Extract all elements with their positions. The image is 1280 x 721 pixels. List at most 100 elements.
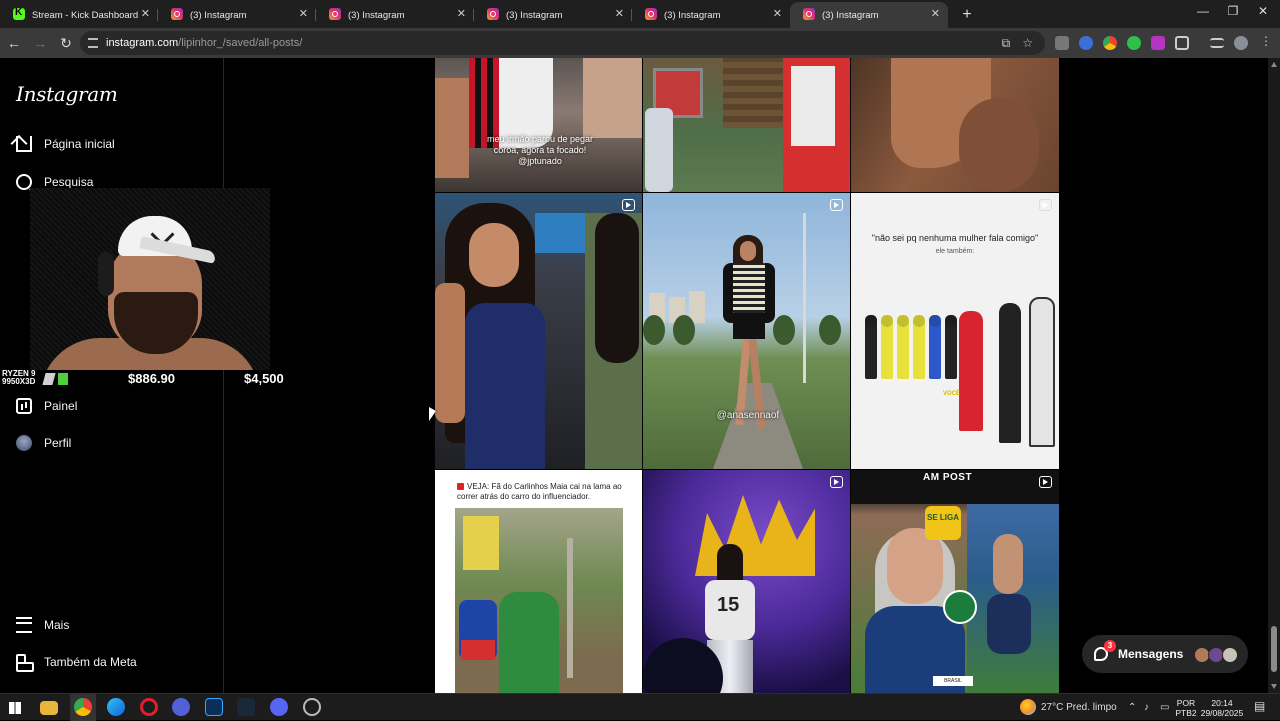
sidebar-item-home[interactable]: Página inicial <box>16 136 115 152</box>
extension-blue-icon[interactable] <box>1079 36 1093 50</box>
tab-kick-dashboard[interactable]: Stream - Kick Dashboard ✕ <box>0 2 158 28</box>
tab-instagram-4[interactable]: (3) Instagram ✕ <box>632 2 790 28</box>
speaker-icon[interactable]: ♪ <box>1144 702 1149 713</box>
post-tile[interactable]: meu irmão parou de pegar coroa, agora ta… <box>435 58 642 192</box>
reel-icon <box>622 199 635 211</box>
instagram-page: Instagram Página inicial Pesquisa Painel… <box>0 58 1280 693</box>
reel-icon <box>1039 476 1052 488</box>
install-app-icon[interactable]: ⧉ <box>1002 36 1011 51</box>
post-watermark: @anasennaof <box>716 410 780 421</box>
price-2: $4,500 <box>244 371 284 386</box>
unread-badge: 3 <box>1104 640 1116 652</box>
new-tab-button[interactable]: + <box>954 2 980 28</box>
sidebar-item-dashboard[interactable]: Painel <box>16 398 77 414</box>
instagram-icon <box>329 8 341 20</box>
browser-tab-strip: Stream - Kick Dashboard ✕ (3) Instagram … <box>0 0 1280 28</box>
opera-icon[interactable] <box>140 698 158 716</box>
post-headline: VEJA: Fã do Carlinhos Maia cai na lama a… <box>457 482 622 501</box>
messages-label: Mensagens <box>1118 647 1184 661</box>
close-tab-icon[interactable]: ✕ <box>141 8 150 20</box>
extension-purple-icon[interactable] <box>1151 36 1165 50</box>
profile-avatar-icon[interactable] <box>1234 36 1248 50</box>
post-tile[interactable]: @anasennaof <box>643 193 850 469</box>
tab-instagram-3[interactable]: (3) Instagram ✕ <box>474 2 632 28</box>
messages-button[interactable]: 3 Mensagens <box>1082 635 1248 673</box>
reel-icon <box>830 199 843 211</box>
extensions-puzzle-icon[interactable] <box>1175 36 1189 50</box>
chevron-up-icon[interactable]: ⌃ <box>1128 702 1136 713</box>
post-title: "não sei pq nenhuma mulher fala comigo" <box>871 233 1039 243</box>
sidebar-item-more[interactable]: Mais <box>16 617 69 633</box>
sidebar-item-label: Painel <box>44 399 78 413</box>
post-tile[interactable] <box>643 58 850 192</box>
vpn-icon[interactable] <box>172 698 190 716</box>
reading-list-icon[interactable] <box>1210 38 1224 48</box>
forward-button[interactable]: → <box>28 31 52 55</box>
scroll-up-icon[interactable] <box>1271 62 1277 67</box>
post-tile[interactable]: "não sei pq nenhuma mulher fala comigo" … <box>851 193 1059 469</box>
chrome-icon[interactable] <box>74 698 92 716</box>
discord-icon[interactable] <box>270 698 288 716</box>
crown-icon <box>695 495 815 576</box>
close-tab-icon[interactable]: ✕ <box>299 8 308 20</box>
sidebar-item-also-from-meta[interactable]: Também da Meta <box>16 654 137 672</box>
post-tag: BRASIL <box>933 676 973 686</box>
bookmark-star-icon[interactable]: ☆ <box>1022 36 1033 51</box>
avatar <box>1222 647 1238 663</box>
menu-icon <box>16 617 32 633</box>
sidebar-item-label: Página inicial <box>44 137 115 151</box>
network-icon[interactable]: ▭ <box>1160 702 1169 713</box>
post-tile[interactable]: VEJA: Fã do Carlinhos Maia cai na lama a… <box>435 470 642 693</box>
post-tile[interactable] <box>643 470 850 693</box>
cpu-label: RYZEN 9 9950X3D <box>2 369 36 386</box>
alert-icon <box>457 483 464 490</box>
post-badge: SE LIGA <box>925 506 961 540</box>
reload-button[interactable]: ↻ <box>54 31 78 55</box>
windows-taskbar: 27°C Pred. limpo ⌃ ♪ ▭ POR PTB2 20:14 29… <box>0 693 1280 721</box>
maximize-button[interactable]: ❐ <box>1218 4 1248 18</box>
post-tile[interactable] <box>435 193 642 469</box>
tab-instagram-2[interactable]: (3) Instagram ✕ <box>316 2 474 28</box>
site-info-icon[interactable] <box>88 38 98 48</box>
address-bar[interactable]: instagram.com/lipinhor_/saved/all-posts/… <box>80 31 1045 55</box>
post-label: VOCÊ <box>943 391 961 397</box>
extension-color-icon[interactable] <box>1103 36 1117 50</box>
post-tile[interactable] <box>851 58 1059 192</box>
meta-icon <box>16 654 34 672</box>
dashboard-icon <box>16 398 32 414</box>
close-tab-icon[interactable]: ✕ <box>457 8 466 20</box>
minimize-button[interactable]: — <box>1188 4 1218 18</box>
extension-green-icon[interactable] <box>1127 36 1141 50</box>
page-scrollbar[interactable] <box>1268 58 1280 693</box>
browser-menu-icon[interactable]: ⋮ <box>1260 34 1274 48</box>
clock[interactable]: 20:14 29/08/2025 <box>1196 698 1248 718</box>
instagram-logo[interactable]: Instagram <box>16 82 118 106</box>
bank-logo-icon <box>943 590 977 624</box>
extension-shield-icon[interactable] <box>1055 36 1069 50</box>
scrollbar-thumb[interactable] <box>1271 626 1277 672</box>
home-icon <box>16 136 32 152</box>
sidebar-item-label: Perfil <box>44 436 72 450</box>
weather-icon[interactable] <box>1020 699 1036 715</box>
tab-instagram-1[interactable]: (3) Instagram ✕ <box>158 2 316 28</box>
file-explorer-icon[interactable] <box>40 701 58 715</box>
close-tab-icon[interactable]: ✕ <box>615 8 624 20</box>
close-window-button[interactable]: ✕ <box>1248 4 1278 18</box>
back-button[interactable]: ← <box>2 31 26 55</box>
sidebar-item-profile[interactable]: Perfil <box>16 435 71 451</box>
notifications-icon[interactable]: ▤ <box>1254 699 1265 713</box>
photoshop-icon[interactable] <box>205 698 223 716</box>
scroll-down-icon[interactable] <box>1271 684 1277 689</box>
steam-icon[interactable] <box>237 698 255 716</box>
close-tab-icon[interactable]: ✕ <box>931 8 940 20</box>
weather-text[interactable]: 27°C Pred. limpo <box>1041 702 1117 713</box>
gpu-icon <box>42 371 70 385</box>
obs-icon[interactable] <box>303 698 321 716</box>
tab-instagram-active[interactable]: (3) Instagram ✕ <box>790 2 948 28</box>
edge-icon[interactable] <box>107 698 125 716</box>
post-tile[interactable]: AM POST SE LIGA BRASIL <box>851 470 1059 693</box>
windows-start-icon[interactable] <box>9 702 21 714</box>
kick-icon <box>13 7 25 20</box>
profile-avatar <box>16 435 32 451</box>
close-tab-icon[interactable]: ✕ <box>773 8 782 20</box>
